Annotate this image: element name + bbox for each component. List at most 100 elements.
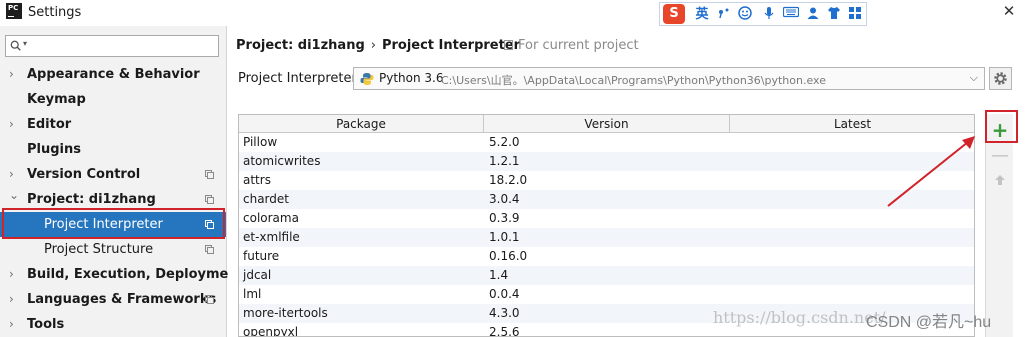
package-version-cell: 5.2.0 bbox=[489, 135, 520, 149]
window-title: Settings bbox=[28, 5, 82, 20]
emoji-icon[interactable] bbox=[736, 6, 754, 23]
arrow-up-icon bbox=[995, 175, 1005, 185]
gear-icon bbox=[994, 72, 1007, 85]
app-icon-text: PC bbox=[8, 4, 19, 12]
microphone-icon[interactable] bbox=[760, 6, 778, 23]
breadcrumb-page: Project Interpreter bbox=[381, 38, 521, 53]
package-name-cell: attrs bbox=[243, 173, 271, 187]
table-row[interactable]: et-xmlfile 1.0.1 bbox=[239, 228, 974, 247]
column-header-package[interactable]: Package bbox=[239, 115, 484, 133]
ime-toolbar: S 英 bbox=[659, 2, 867, 26]
package-version-cell: 3.0.4 bbox=[489, 192, 520, 206]
breadcrumb-project: Project: di1zhang bbox=[236, 38, 365, 53]
package-toolbar: + — bbox=[985, 114, 1013, 337]
search-icon bbox=[10, 40, 21, 51]
sidebar-item[interactable]: › Languages & Frameworks bbox=[0, 287, 226, 312]
sidebar-item[interactable]: Keymap bbox=[0, 87, 226, 112]
title-bar: PC Settings ✕ bbox=[0, 0, 1025, 26]
breadcrumb-separator: › bbox=[370, 38, 376, 53]
sidebar-item[interactable]: Project Structure bbox=[0, 237, 226, 262]
package-name-cell: atomicwrites bbox=[243, 154, 321, 168]
sidebar-item[interactable]: › Tools bbox=[0, 312, 226, 337]
project-scope-icon bbox=[205, 195, 214, 204]
chevron-right-icon[interactable]: › bbox=[9, 262, 14, 287]
table-row[interactable]: jdcal 1.4 bbox=[239, 266, 974, 285]
package-name-cell: chardet bbox=[243, 192, 289, 206]
interpreter-name: Python 3.6 bbox=[379, 71, 444, 85]
sidebar-item-label: Plugins bbox=[27, 142, 81, 157]
sidebar-item-label: Version Control bbox=[27, 167, 141, 182]
sidebar-item[interactable]: Plugins bbox=[0, 137, 226, 162]
highlight-box-project-interpreter bbox=[2, 208, 225, 239]
package-version-cell: 1.2.1 bbox=[489, 154, 520, 168]
column-header-latest[interactable]: Latest bbox=[730, 115, 974, 133]
package-version-cell: 4.3.0 bbox=[489, 306, 520, 320]
watermark-url: https://blog.csdn.net/ bbox=[713, 308, 886, 327]
interpreter-path: C:\Users\山官。\AppData\Local\Programs\Pyth… bbox=[441, 74, 826, 87]
sidebar-item[interactable]: › Build, Execution, Deployment bbox=[0, 262, 244, 287]
sogou-logo-icon[interactable]: S bbox=[663, 4, 685, 24]
table-row[interactable]: atomicwrites 1.2.1 bbox=[239, 152, 974, 171]
package-name-cell: more-itertools bbox=[243, 306, 328, 320]
settings-search-input[interactable]: ▾ bbox=[5, 35, 219, 57]
table-row[interactable]: lml 0.0.4 bbox=[239, 285, 974, 304]
grid-icon[interactable] bbox=[846, 6, 864, 23]
chevron-right-icon[interactable]: › bbox=[9, 62, 14, 87]
package-version-cell: 1.0.1 bbox=[489, 230, 520, 244]
package-name-cell: jdcal bbox=[243, 268, 272, 282]
remove-package-button[interactable]: — bbox=[990, 146, 1010, 166]
packages-table: Package Version Latest Pillow 5.2.0 atomic… bbox=[238, 114, 975, 337]
pycharm-app-icon: PC bbox=[6, 3, 22, 19]
sidebar-item-label: Keymap bbox=[27, 92, 86, 107]
package-version-cell: 0.0.4 bbox=[489, 287, 520, 301]
sidebar-item-label: Editor bbox=[27, 117, 72, 132]
ime-mode-toggle[interactable]: 英 bbox=[693, 6, 711, 23]
chevron-right-icon[interactable]: › bbox=[9, 112, 14, 137]
table-row[interactable]: chardet 3.0.4 bbox=[239, 190, 974, 209]
interpreter-settings-button[interactable] bbox=[989, 67, 1012, 90]
table-row[interactable]: attrs 18.2.0 bbox=[239, 171, 974, 190]
settings-sidebar: ▾ › Appearance & Behavior Keymap › Editor Plu… bbox=[0, 26, 244, 337]
sidebar-item-label: Appearance & Behavior bbox=[27, 67, 200, 82]
table-row[interactable]: Pillow 5.2.0 bbox=[239, 133, 974, 152]
package-name-cell: openpyxl bbox=[243, 325, 299, 337]
skin-icon[interactable] bbox=[825, 6, 843, 23]
python-logo-icon bbox=[360, 73, 374, 85]
sidebar-item-label: Tools bbox=[27, 317, 65, 332]
project-scope-icon bbox=[205, 170, 214, 179]
project-scope-icon bbox=[205, 295, 214, 304]
table-row[interactable]: future 0.16.0 bbox=[239, 247, 974, 266]
settings-main-panel: Project: di1zhang › Project Interpreter Fo… bbox=[228, 26, 1025, 337]
document-icon bbox=[504, 40, 513, 50]
package-name-cell: et-xmlfile bbox=[243, 230, 300, 244]
package-name-cell: Pillow bbox=[243, 135, 278, 149]
chevron-right-icon[interactable]: › bbox=[9, 287, 14, 312]
search-dropdown-icon[interactable]: ▾ bbox=[23, 39, 27, 48]
chevron-down-icon: ⌵ bbox=[969, 71, 978, 84]
user-icon[interactable] bbox=[804, 6, 822, 23]
package-version-cell: 18.2.0 bbox=[489, 173, 528, 187]
table-header: Package Version Latest bbox=[239, 115, 974, 133]
column-header-version[interactable]: Version bbox=[484, 115, 730, 133]
highlight-box-add-button bbox=[985, 110, 1018, 143]
table-row[interactable]: colorama 0.3.9 bbox=[239, 209, 974, 228]
sidebar-item[interactable]: › Version Control bbox=[0, 162, 226, 187]
keyboard-icon[interactable] bbox=[782, 6, 800, 23]
sidebar-item-label: Languages & Frameworks bbox=[27, 292, 217, 307]
breadcrumb: Project: di1zhang › Project Interpreter bbox=[236, 38, 520, 53]
package-version-cell: 0.16.0 bbox=[489, 249, 528, 263]
sidebar-item[interactable]: › Appearance & Behavior bbox=[0, 62, 226, 87]
package-version-cell: 1.4 bbox=[489, 268, 509, 282]
project-scope-icon bbox=[205, 245, 214, 254]
sidebar-item[interactable]: › Editor bbox=[0, 112, 226, 137]
interpreter-label: Project Interpreter: bbox=[238, 71, 362, 86]
interpreter-select[interactable]: Python 3.6 C:\Users\山官。\AppData\Local\Pr… bbox=[353, 67, 985, 90]
watermark-csdn: CSDN @若凡~hu bbox=[866, 314, 992, 331]
chevron-right-icon[interactable]: › bbox=[9, 312, 14, 337]
for-current-project-text: For current project bbox=[518, 38, 639, 53]
close-icon[interactable]: ✕ bbox=[1000, 2, 1018, 20]
upgrade-package-button[interactable] bbox=[990, 170, 1010, 190]
package-name-cell: colorama bbox=[243, 211, 299, 225]
chevron-down-icon[interactable]: ⌄ bbox=[9, 183, 19, 208]
punctuation-icon[interactable] bbox=[715, 6, 733, 23]
